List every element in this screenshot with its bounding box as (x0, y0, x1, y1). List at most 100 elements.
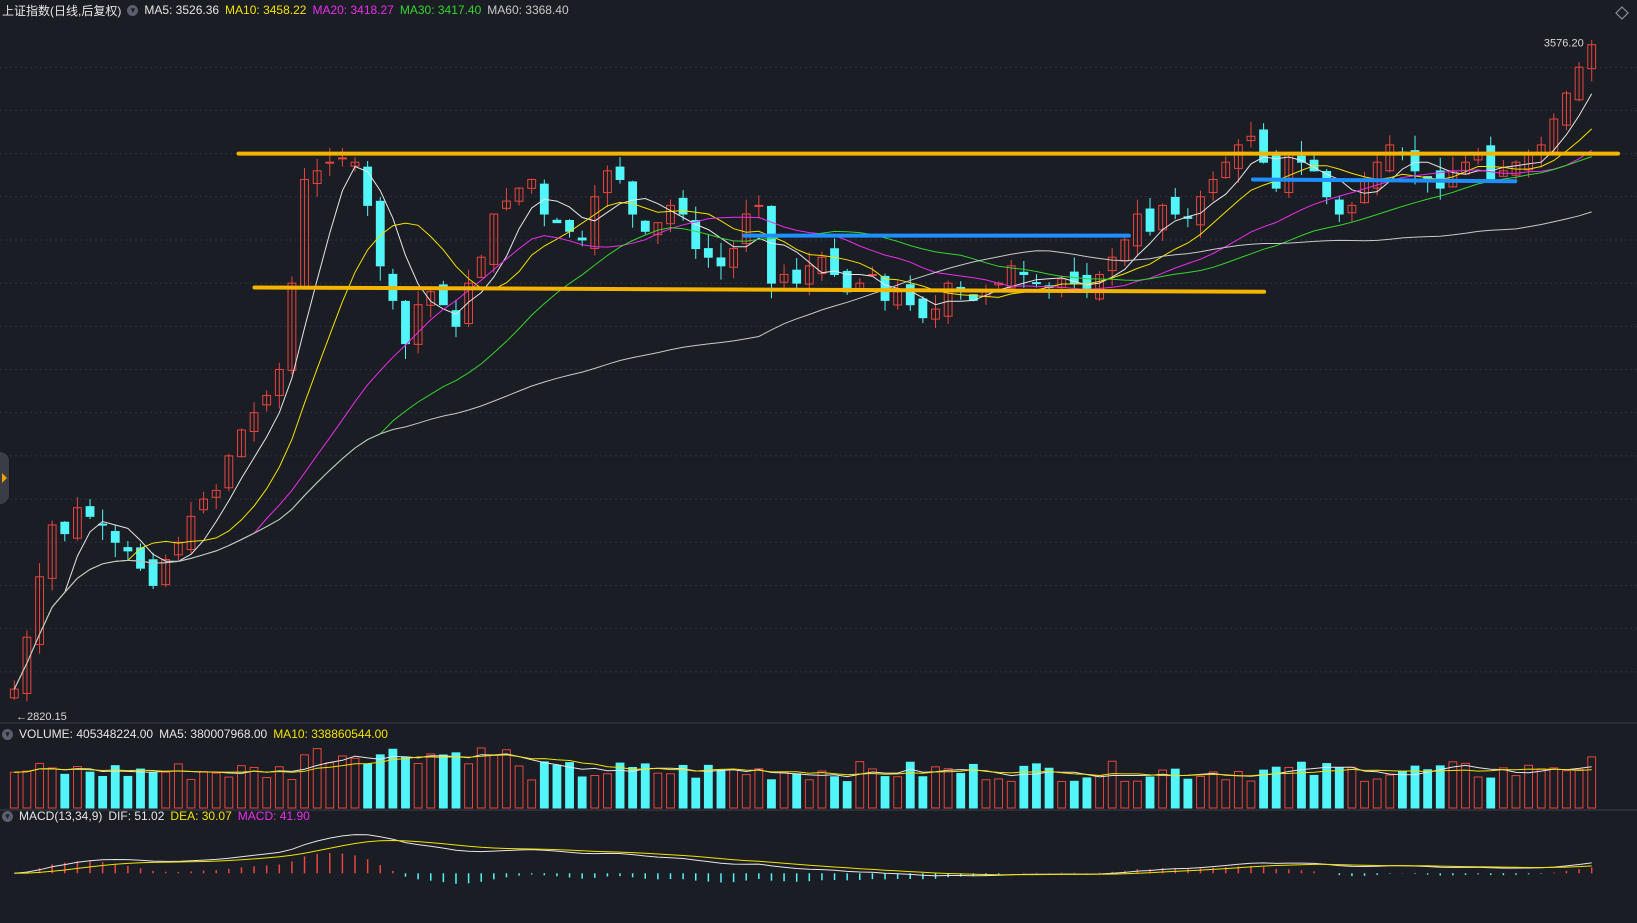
candle (905, 284, 915, 306)
volume-ma10-line (14, 754, 1592, 777)
volume-bar (678, 764, 688, 809)
volume-collapse-icon[interactable]: ▾ (2, 728, 13, 740)
collapse-toggle-icon[interactable]: ▾ (127, 4, 139, 16)
volume-bar (1536, 768, 1546, 809)
volume-bar (1410, 765, 1420, 809)
volume-bar (1360, 780, 1369, 809)
candle (363, 166, 373, 206)
macd-label: MACD(13,34,9) (19, 809, 103, 823)
candle (577, 237, 587, 241)
volume-bar (388, 748, 398, 809)
candle (1334, 199, 1344, 215)
volume-bar (716, 769, 726, 809)
volume-bar (1120, 780, 1130, 809)
volume-bar (514, 765, 524, 809)
volume-bar (943, 768, 953, 809)
candle (85, 506, 95, 517)
volume-bar (1322, 763, 1332, 809)
candle (640, 220, 650, 232)
volume-bar (47, 767, 57, 809)
volume-bar (1082, 777, 1092, 809)
volume-bar (1233, 771, 1243, 809)
macd-collapse-icon[interactable]: ▾ (2, 810, 13, 822)
volume-bar (1132, 780, 1142, 809)
chart-canvas: 3576.20 ←2820.15 (0, 38, 1637, 884)
volume-bar (110, 765, 120, 809)
macd-header: ▾ MACD(13,34,9) DIF: 51.02 DEA: 30.07 MA… (2, 806, 316, 826)
volume-header: ▾ VOLUME: 405348224.00 MA5: 380007968.00… (2, 724, 394, 744)
support-line-blue-2 (1250, 177, 1518, 184)
volume-bar (691, 777, 701, 809)
side-panel-handle[interactable] (0, 452, 9, 504)
candle (918, 298, 928, 319)
volume-bar (1562, 770, 1571, 809)
candle (1170, 196, 1180, 215)
volume-bar (1587, 756, 1597, 809)
volume-bar (703, 764, 713, 809)
ma5-readout: MA5: 3526.36 (144, 3, 220, 17)
volume-bar (401, 757, 410, 809)
settings-diamond-icon[interactable] (1615, 6, 1629, 20)
ma5-line (13, 93, 1593, 690)
volume-bar (666, 773, 675, 809)
volume-bar (161, 771, 171, 809)
volume-bar (1347, 766, 1357, 809)
volume-bar (300, 754, 309, 809)
volume-bar (628, 767, 638, 809)
volume-bar (640, 763, 650, 809)
volume-bar (35, 762, 44, 809)
volume-bar (767, 779, 776, 809)
volume-bar (1145, 776, 1155, 809)
macd-dif-line (14, 834, 1592, 877)
macd-value-readout: MACD: 41.90 (237, 809, 310, 823)
volume-bar (426, 753, 436, 809)
main-chart-header: 上证指数(日线,后复权) ▾ MA5: 3526.36 MA10: 3458.2… (2, 0, 575, 20)
volume-bar (577, 776, 587, 809)
volume-bar (830, 776, 839, 809)
volume-bar (489, 754, 499, 809)
volume-bar (262, 777, 272, 809)
volume-bar (85, 771, 95, 809)
volume-bar (842, 781, 852, 809)
volume-bar (590, 774, 600, 809)
volume-bar (186, 778, 196, 809)
support-line-yellow (252, 285, 1267, 294)
volume-bar (552, 764, 562, 809)
volume-bar (211, 772, 221, 809)
volume-bar (413, 763, 423, 809)
volume-bar (98, 776, 108, 809)
volume-bar (602, 773, 612, 809)
candle (1297, 155, 1306, 163)
volume-bar (615, 762, 625, 809)
volume-bar (1574, 768, 1584, 809)
volume-bar (60, 773, 70, 809)
volume-bar (1397, 770, 1407, 809)
volume-bar (1183, 778, 1193, 809)
ma60-readout: MA60: 3368.40 (487, 3, 569, 17)
volume-bar (464, 763, 474, 809)
candle (792, 269, 802, 284)
candle (337, 157, 347, 160)
volume-ma10-readout: MA10: 338860544.00 (273, 727, 388, 741)
volume-bar (123, 775, 133, 809)
candle (1486, 145, 1496, 180)
candle (716, 257, 726, 267)
volume-bar (754, 768, 764, 809)
ma10-readout: MA10: 3458.22 (225, 3, 307, 17)
candle (703, 248, 713, 258)
ma20-readout: MA20: 3418.27 (312, 3, 394, 17)
volume-bar (72, 766, 82, 809)
volume-bar (337, 755, 347, 809)
volume-bar (1006, 780, 1016, 809)
candle (754, 204, 764, 207)
index-title: 上证指数(日线,后复权) (2, 3, 122, 18)
volume-bar (325, 762, 335, 809)
volume-bar (792, 773, 802, 809)
volume-bar (867, 768, 877, 809)
volume-bar (1309, 774, 1319, 809)
candle (1032, 282, 1041, 285)
volume-bar (968, 763, 978, 809)
volume-bar (1208, 771, 1218, 809)
volume-bar (199, 770, 209, 809)
volume-bar (880, 776, 890, 809)
